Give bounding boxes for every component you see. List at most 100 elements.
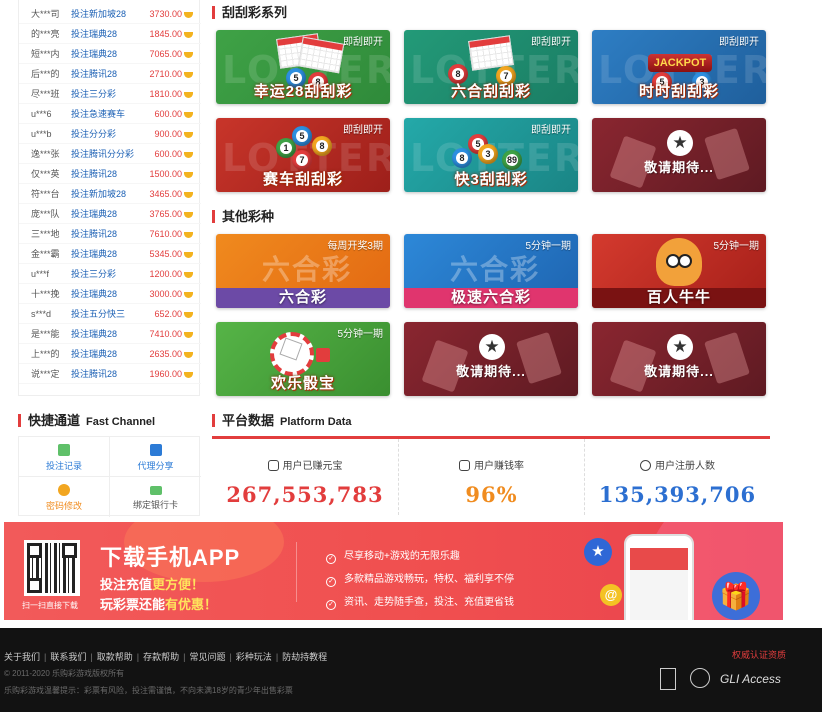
winner-amount-value: 1500.00 xyxy=(149,169,182,179)
winner-amount-value: 3465.00 xyxy=(149,189,182,199)
card-tag: 即刮即开 xyxy=(343,125,383,136)
winner-amount-value: 1200.00 xyxy=(149,269,182,279)
winner-row: u***6 投注急速赛车 600.00 xyxy=(19,104,201,124)
winner-amount-value: 5345.00 xyxy=(149,249,182,259)
game-card-lucky28-scratch[interactable]: LOTTERY 5 8 即刮即开 幸运28刮刮彩 xyxy=(216,30,390,104)
footer-auth-label[interactable]: 权威认证资质 xyxy=(732,648,786,661)
winner-amount: 3465.00 xyxy=(127,184,193,204)
qr-code[interactable] xyxy=(24,540,80,596)
winner-amount: 3730.00 xyxy=(127,4,193,24)
ingot-icon xyxy=(184,31,193,38)
card-watermark: 六合彩 xyxy=(450,253,541,286)
title-bar-marker xyxy=(212,414,215,427)
winner-user: 大***司 xyxy=(31,9,60,19)
footer-link-separator: | xyxy=(136,652,140,662)
game-card-bull-bull[interactable]: 5分钟一期 百人牛牛 xyxy=(592,234,766,308)
winner-row: 大***司 投注新加坡28 3730.00 xyxy=(19,4,201,24)
star-icon: ★ xyxy=(479,334,505,360)
quick-link-bind-bank-card[interactable]: 绑定银行卡 xyxy=(110,477,201,517)
ingot-icon xyxy=(184,331,193,338)
footer-warning: 乐购彩游戏温馨提示：彩票有风险，投注需谨慎，不向未满18岁的青少年出售彩票 xyxy=(4,686,293,695)
game-card-marksix-scratch[interactable]: LOTTERY 8 7 即刮即开 六合刮刮彩 xyxy=(404,30,578,104)
game-card-k3-scratch[interactable]: LOTTERY 5 8 3 89 即刮即开 快3刮刮彩 xyxy=(404,118,578,192)
game-card-shishi-scratch[interactable]: LOTTERY JACKPOT 5 3 即刮即开 时时刮刮彩 xyxy=(592,30,766,104)
footer-link-separator: | xyxy=(183,652,186,662)
lottery-ball-icon: 8 xyxy=(312,136,332,156)
quick-link-bet-records[interactable]: 投注记录 xyxy=(19,437,110,477)
footer-link-separator: | xyxy=(275,652,279,662)
footer-link[interactable]: 防劫持教程 xyxy=(282,652,327,662)
card-title: 欢乐骰宝 xyxy=(270,375,335,392)
winner-amount-value: 3765.00 xyxy=(149,209,182,219)
winner-amount: 3765.00 xyxy=(127,204,193,224)
check-icon: ✓ xyxy=(326,577,336,587)
winners-list: 大***司 投注新加坡28 3730.00 的***亮 投注瑞典28 1845.00 短**… xyxy=(18,0,201,396)
ingot-icon xyxy=(184,91,193,98)
game-card-marksix[interactable]: 六合彩 每周开奖3期 六合彩 xyxy=(216,234,390,308)
app-download-banner[interactable]: 扫一扫直接下载 下载手机APP 投注充值更方便！ 玩彩票还能有优惠！ ✓ 尽享移动… xyxy=(4,522,783,620)
winner-amount-value: 3730.00 xyxy=(149,9,182,19)
card-tag: 5分钟一期 xyxy=(713,241,759,252)
winner-amount: 600.00 xyxy=(127,144,193,164)
ingot-icon xyxy=(184,291,193,298)
check-icon: ✓ xyxy=(326,554,336,564)
lottery-ball-icon: 8 xyxy=(452,148,472,168)
jackpot-logo: JACKPOT xyxy=(648,54,712,72)
footer-link[interactable]: 彩种玩法 xyxy=(236,652,272,662)
divider xyxy=(296,542,297,602)
footer-link[interactable]: 联系我们 xyxy=(50,652,86,662)
quick-link-change-password[interactable]: 密码修改 xyxy=(19,477,110,517)
stat-registered: 用户注册人数 135,393,706 xyxy=(584,439,770,515)
quick-link-label: 投注记录 xyxy=(45,461,82,471)
title-bar-marker xyxy=(18,414,21,427)
winner-amount-value: 2710.00 xyxy=(149,69,182,79)
winner-user: 三***地 xyxy=(31,229,60,239)
phone-mockup xyxy=(624,534,694,620)
card-watermark: 六合彩 xyxy=(262,253,353,286)
card-title: 敬请期待... xyxy=(644,160,714,175)
platform-data-panel: 用户已赚元宝 267,553,783 用户赚钱率 96% 用户注册人数 135,… xyxy=(212,436,770,516)
winner-row: 庞***队 投注瑞典28 3765.00 xyxy=(19,204,201,224)
footer-link[interactable]: 取款帮助 xyxy=(97,652,133,662)
winner-row: 三***地 投注腾讯28 7610.00 xyxy=(19,224,201,244)
stat-value: 96% xyxy=(465,482,518,507)
feature-item: ✓ 资讯、走势随手查，投注、充值更省钱 xyxy=(326,593,514,610)
star-badge-icon: ★ xyxy=(584,538,612,566)
banner-text: 投注充值 xyxy=(100,577,153,592)
footer-link[interactable]: 常见问题 xyxy=(189,652,225,662)
feature-item: ✓ 多款精品游戏畅玩，特权、福利享不停 xyxy=(326,570,514,587)
game-card-racing-scratch[interactable]: LOTTERY 5 1 8 7 即刮即开 赛车刮刮彩 xyxy=(216,118,390,192)
game-card-coming-soon: ★ 敬请期待... xyxy=(592,322,766,396)
ingot-icon xyxy=(184,251,193,258)
game-card-fast-marksix[interactable]: 六合彩 5分钟一期 极速六合彩 xyxy=(404,234,578,308)
winner-row: 上***的 投注瑞典28 2635.00 xyxy=(19,344,201,364)
winner-amount-value: 3000.00 xyxy=(149,289,182,299)
card-tag: 即刮即开 xyxy=(343,37,383,48)
ingot-icon xyxy=(184,131,193,138)
winner-amount: 900.00 xyxy=(127,124,193,144)
gift-icon: 🎁 xyxy=(712,572,760,620)
winner-amount: 3000.00 xyxy=(127,284,193,304)
winner-row: 符***台 投注新加坡28 3465.00 xyxy=(19,184,201,204)
game-card-sicbo[interactable]: 5分钟一期 欢乐骰宝 xyxy=(216,322,390,396)
qr-corner xyxy=(27,578,42,593)
winner-row: 逸***张 投注腾讯分分彩 600.00 xyxy=(19,144,201,164)
footer-link[interactable]: 存款帮助 xyxy=(143,652,179,662)
app-banner-line2: 玩彩票还能有优惠！ xyxy=(100,594,217,613)
winner-amount: 7065.00 xyxy=(127,44,193,64)
qr-corner xyxy=(27,543,42,558)
winner-amount-value: 1810.00 xyxy=(149,89,182,99)
footer-link[interactable]: 关于我们 xyxy=(4,652,40,662)
winner-amount-value: 7410.00 xyxy=(149,329,182,339)
app-banner-title: 下载手机APP xyxy=(100,545,241,570)
key-icon xyxy=(58,484,70,496)
winner-amount: 2635.00 xyxy=(127,344,193,364)
qr-corner xyxy=(62,543,77,558)
winner-row: 说***定 投注腾讯28 1960.00 xyxy=(19,364,201,384)
quick-link-agent-share[interactable]: 代理分享 xyxy=(110,437,201,477)
winner-amount: 1810.00 xyxy=(127,84,193,104)
winner-user: 后***的 xyxy=(31,69,60,79)
winner-amount-value: 652.00 xyxy=(154,309,182,319)
stat-label: 用户已赚元宝 xyxy=(282,461,343,472)
card-tag: 即刮即开 xyxy=(531,37,571,48)
